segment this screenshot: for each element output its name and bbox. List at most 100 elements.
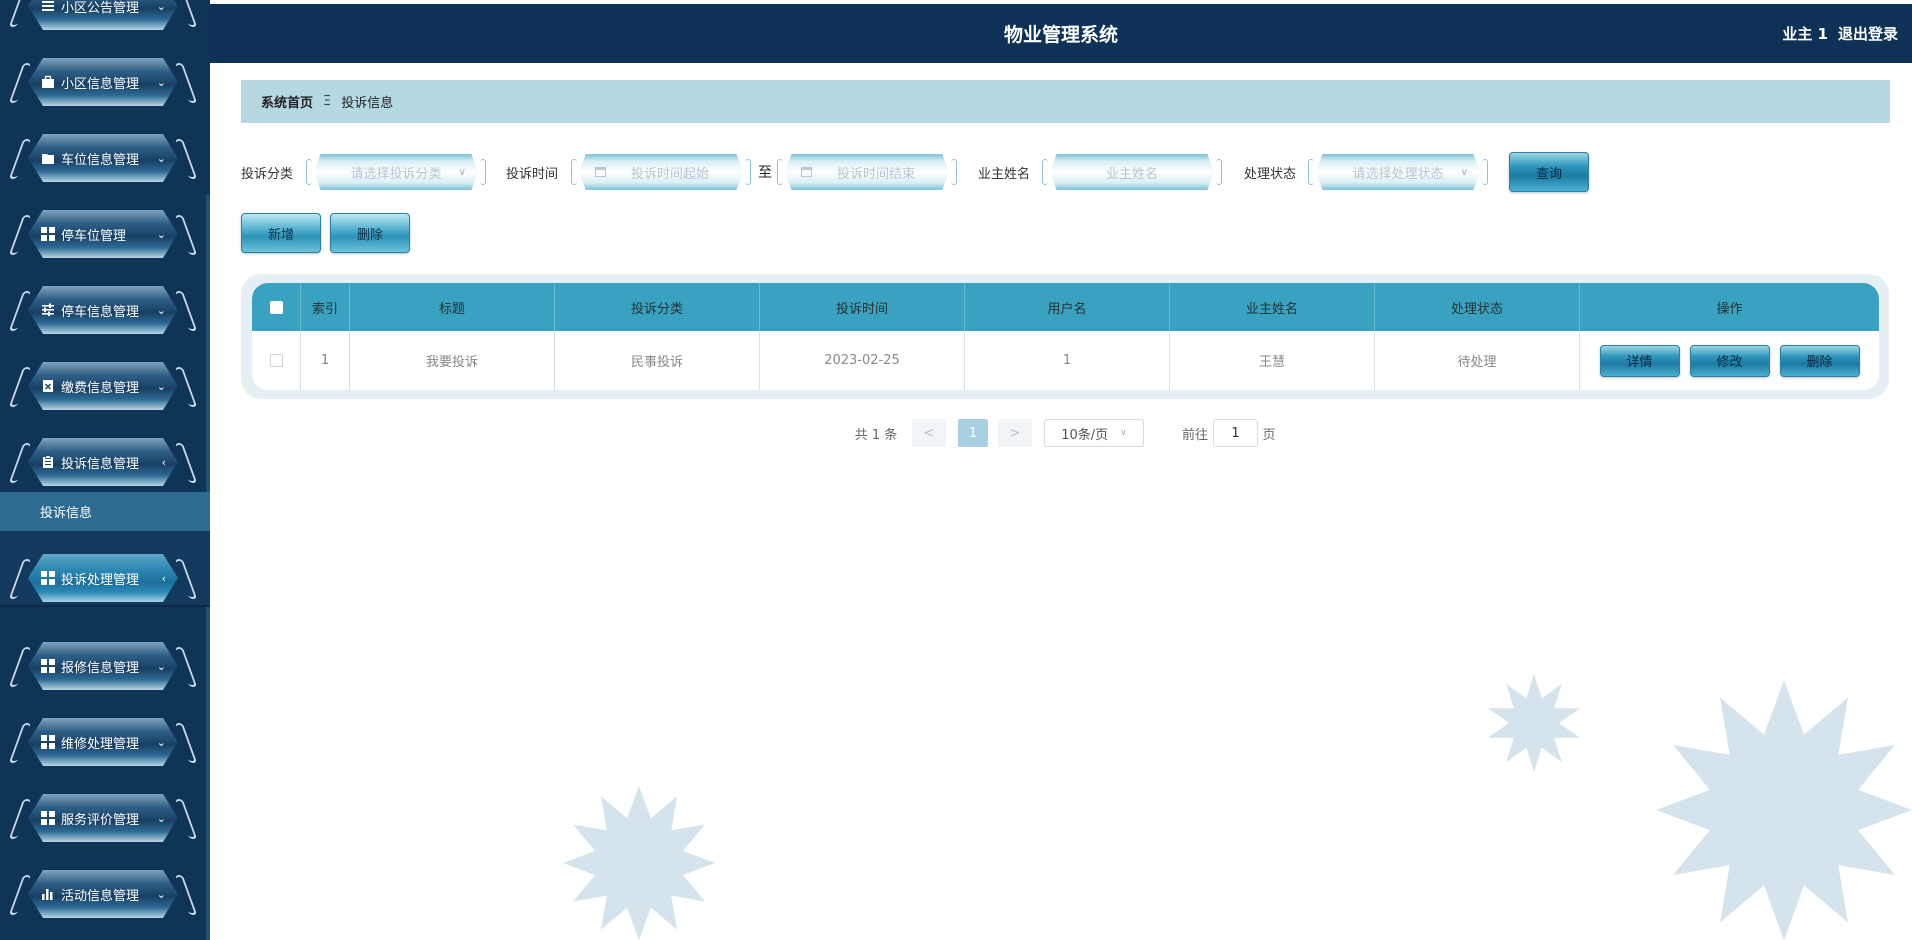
table-row: 1 我要投诉 民事投诉 2023-02-25 1 王慧 待处理 详情 修改 删除: [252, 331, 1879, 390]
chevron-down-icon: ∨: [1460, 166, 1468, 178]
select-all-checkbox[interactable]: [269, 300, 283, 314]
cell-actions: 详情 修改 删除: [1580, 331, 1879, 390]
folder-icon: [40, 150, 56, 166]
time-end-placeholder: 投诉时间结束: [836, 166, 915, 182]
chevron-down-icon: ∨: [1120, 428, 1127, 438]
chevron-down-icon: ⌄: [156, 151, 166, 165]
next-page-button[interactable]: >: [998, 419, 1032, 447]
total-count: 共 1 条: [854, 427, 898, 443]
sliders-icon: [40, 302, 56, 318]
sidebar-item-repair-handling[interactable]: 维修处理管理 ⌄: [8, 714, 198, 770]
grid-icon: [40, 658, 56, 674]
decorative-star-icon: [1656, 680, 1912, 940]
status-label: 处理状态: [1244, 166, 1297, 182]
cell-time: 2023-02-25: [760, 331, 965, 390]
chevron-down-icon: ⌄: [156, 379, 166, 393]
add-button[interactable]: 新增: [241, 213, 321, 253]
cell-title: 我要投诉: [350, 331, 555, 390]
list-icon: [40, 0, 56, 14]
chevron-down-icon: ⌄: [156, 887, 166, 901]
cell-category: 民事投诉: [555, 331, 760, 390]
breadcrumb-current: 投诉信息: [341, 96, 394, 111]
sidebar-item-label: 停车位管理: [61, 228, 127, 244]
breadcrumb-home[interactable]: 系统首页: [261, 92, 313, 111]
sidebar-item-label: 报修信息管理: [61, 660, 140, 676]
category-select[interactable]: 请选择投诉分类 ∨: [306, 154, 486, 190]
briefcase-icon: [40, 74, 56, 90]
page-suffix: 页: [1262, 427, 1276, 443]
sidebar-item-repair-info[interactable]: 报修信息管理 ⌄: [8, 638, 198, 694]
submenu-item-complaint[interactable]: 投诉信息: [40, 492, 92, 531]
bar-chart-icon: [40, 886, 56, 902]
sidebar-item-community[interactable]: 小区信息管理 ⌄: [8, 54, 198, 110]
query-button[interactable]: 查询: [1509, 152, 1589, 192]
user-area: 业主 1 退出登录: [1772, 4, 1898, 63]
owner-placeholder: 业主姓名: [1105, 166, 1158, 182]
chevron-down-icon: ⌄: [156, 227, 166, 241]
cell-owner: 王慧: [1170, 331, 1375, 390]
detail-button[interactable]: 详情: [1599, 344, 1680, 377]
delete-button[interactable]: 删除: [330, 213, 410, 253]
sidebar-item-label: 维修处理管理: [61, 736, 140, 752]
grid-icon: [40, 570, 56, 586]
status-select[interactable]: 请选择处理状态 ∨: [1308, 154, 1488, 190]
sidebar-item-service-review[interactable]: 服务评价管理 ⌄: [8, 790, 198, 846]
grid-icon: [40, 810, 56, 826]
chevron-left-icon: ‹: [161, 571, 166, 585]
column-header: 投诉分类: [555, 283, 760, 331]
app-title: 物业管理系统: [1003, 24, 1118, 46]
breadcrumb-separator-icon: Ξ: [323, 94, 332, 109]
time-label: 投诉时间: [506, 166, 559, 182]
edit-button[interactable]: 修改: [1689, 344, 1770, 377]
top-header: 物业管理系统 业主 1 退出登录: [210, 4, 1912, 63]
goto-page-input[interactable]: 1: [1213, 419, 1258, 447]
column-header: 索引: [301, 283, 350, 331]
column-header: 业主姓名: [1170, 283, 1375, 331]
sidebar-item-payment[interactable]: 缴费信息管理 ⌄: [8, 358, 198, 414]
column-header: 投诉时间: [760, 283, 965, 331]
page-size-select[interactable]: 10条/页 ∨: [1044, 419, 1144, 447]
sidebar-item-parking-space[interactable]: 停车位管理 ⌄: [8, 206, 198, 262]
time-end-picker[interactable]: 投诉时间结束: [777, 154, 957, 190]
sidebar-item-label: 活动信息管理: [61, 888, 140, 904]
sidebar-item-label: 小区信息管理: [61, 76, 140, 92]
complaint-table: 索引 标题 投诉分类 投诉时间 用户名 业主姓名 处理状态 操作 1 我要投诉 …: [252, 283, 1879, 390]
user-name: 业主 1: [1782, 25, 1828, 43]
logout-link[interactable]: 退出登录: [1838, 23, 1898, 44]
current-page[interactable]: 1: [958, 419, 988, 447]
prev-page-button[interactable]: <: [912, 419, 946, 447]
range-separator: 至: [758, 165, 772, 181]
sidebar-item-label: 服务评价管理: [61, 812, 140, 828]
time-start-placeholder: 投诉时间起始: [630, 166, 709, 182]
grid-icon: [40, 226, 56, 242]
pagination: 共 1 条 < 1 > 10条/页 ∨ 前往 1 页: [0, 419, 1912, 447]
sidebar-item-label: 投诉信息管理: [61, 456, 140, 472]
cell-index: 1: [301, 331, 350, 390]
column-header: 标题: [350, 283, 555, 331]
sidebar-item-notice[interactable]: 小区公告管理 ⌄: [8, 0, 198, 34]
owner-input[interactable]: 业主姓名: [1042, 154, 1222, 190]
category-label: 投诉分类: [241, 166, 294, 182]
row-checkbox[interactable]: [269, 354, 283, 367]
cell-username: 1: [965, 331, 1170, 390]
sidebar-item-label: 停车信息管理: [61, 304, 140, 320]
grid-icon: [40, 734, 56, 750]
clipboard-icon: [40, 454, 56, 470]
row-delete-button[interactable]: 删除: [1779, 344, 1860, 377]
sidebar-item-complaint-handling[interactable]: 投诉处理管理 ‹: [8, 550, 198, 606]
chevron-down-icon: ⌄: [156, 811, 166, 825]
sidebar-item-label: 投诉处理管理: [61, 572, 140, 588]
sidebar-item-activity[interactable]: 活动信息管理 ⌄: [8, 866, 198, 922]
chevron-down-icon: ⌄: [156, 75, 166, 89]
breadcrumb: 系统首页 Ξ 投诉信息: [241, 80, 1890, 123]
page-size-value: 10条/页: [1061, 427, 1109, 443]
column-header: 处理状态: [1375, 283, 1580, 331]
time-start-picker[interactable]: 投诉时间起始: [571, 154, 751, 190]
sidebar-item-parking-record[interactable]: 停车信息管理 ⌄: [8, 282, 198, 338]
column-header: 操作: [1716, 301, 1743, 317]
row-select-cell: [252, 331, 301, 390]
cell-status: 待处理: [1375, 331, 1580, 390]
sidebar-item-parking-info[interactable]: 车位信息管理 ⌄: [8, 130, 198, 186]
owner-label: 业主姓名: [978, 166, 1031, 182]
select-all-cell: [252, 283, 301, 331]
